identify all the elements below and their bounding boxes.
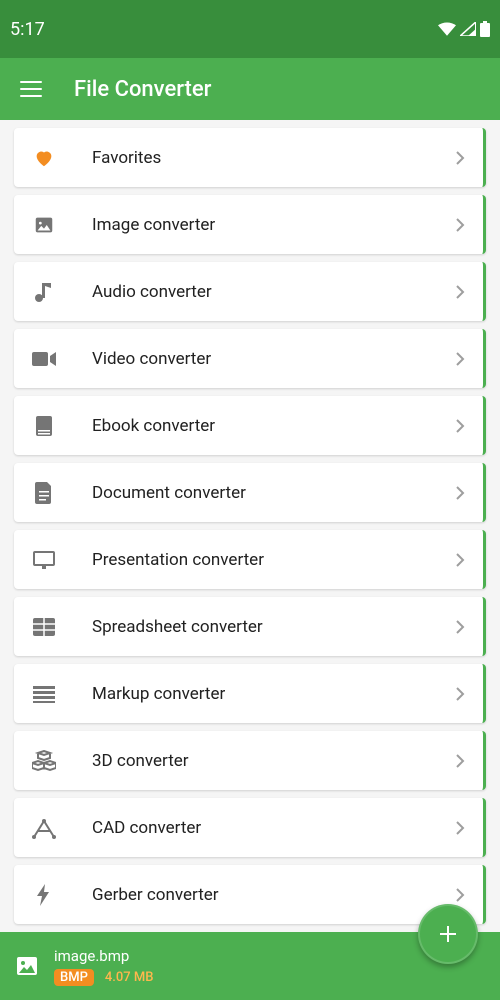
list-item-label: Video converter bbox=[92, 349, 211, 369]
chevron-right-icon bbox=[455, 553, 465, 567]
video-icon bbox=[32, 347, 56, 371]
list-item-label: Spreadsheet converter bbox=[92, 617, 263, 637]
list-item-label: 3D converter bbox=[92, 751, 189, 771]
chevron-right-icon bbox=[455, 419, 465, 433]
chevron-right-icon bbox=[455, 218, 465, 232]
list-item-label: Gerber converter bbox=[92, 885, 219, 905]
audio-icon bbox=[32, 280, 56, 304]
file-image-icon bbox=[14, 953, 40, 979]
chevron-right-icon bbox=[455, 821, 465, 835]
list-item-document[interactable]: Document converter bbox=[14, 463, 486, 522]
3d-icon bbox=[32, 749, 56, 773]
list-item-label: Document converter bbox=[92, 483, 246, 503]
list-item-label: Image converter bbox=[92, 215, 215, 235]
document-icon bbox=[32, 481, 56, 505]
wifi-icon bbox=[438, 22, 456, 36]
list-item-markup[interactable]: Markup converter bbox=[14, 664, 486, 723]
list-item-video[interactable]: Video converter bbox=[14, 329, 486, 388]
file-badges: BMP 4.07 MB bbox=[54, 969, 159, 986]
list-item-gerber[interactable]: Gerber converter bbox=[14, 865, 486, 924]
signal-icon bbox=[460, 22, 476, 36]
file-name: image.bmp bbox=[54, 947, 159, 965]
list-item-image[interactable]: Image converter bbox=[14, 195, 486, 254]
chevron-right-icon bbox=[455, 486, 465, 500]
markup-icon bbox=[32, 682, 56, 706]
plus-icon bbox=[436, 922, 460, 946]
cad-icon bbox=[32, 816, 56, 840]
book-icon bbox=[32, 414, 56, 438]
bolt-icon bbox=[32, 883, 56, 907]
chevron-right-icon bbox=[455, 285, 465, 299]
list-item-cad[interactable]: CAD converter bbox=[14, 798, 486, 857]
battery-icon bbox=[480, 21, 490, 37]
chevron-right-icon bbox=[455, 888, 465, 902]
list-item-favorites[interactable]: Favorites bbox=[14, 128, 486, 187]
format-badge: BMP bbox=[54, 969, 94, 986]
status-icons bbox=[438, 21, 490, 37]
list-item-label: Audio converter bbox=[92, 282, 212, 302]
heart-icon bbox=[32, 146, 56, 170]
app-bar: File Converter bbox=[0, 58, 500, 120]
chevron-right-icon bbox=[455, 151, 465, 165]
status-time: 5:17 bbox=[10, 19, 45, 40]
file-info: image.bmp BMP 4.07 MB bbox=[54, 947, 159, 986]
menu-icon[interactable] bbox=[20, 81, 42, 97]
list-item-label: Markup converter bbox=[92, 684, 225, 704]
list-item-audio[interactable]: Audio converter bbox=[14, 262, 486, 321]
status-bar: 5:17 bbox=[0, 0, 500, 58]
list-item-ebook[interactable]: Ebook converter bbox=[14, 396, 486, 455]
size-badge: 4.07 MB bbox=[99, 969, 160, 986]
chevron-right-icon bbox=[455, 352, 465, 366]
image-icon bbox=[32, 213, 56, 237]
list-item-label: Ebook converter bbox=[92, 416, 215, 436]
list-item-label: Favorites bbox=[92, 148, 161, 168]
app-title: File Converter bbox=[74, 77, 211, 102]
presentation-icon bbox=[32, 548, 56, 572]
list-item-label: Presentation converter bbox=[92, 550, 264, 570]
add-fab[interactable] bbox=[418, 904, 478, 964]
chevron-right-icon bbox=[455, 754, 465, 768]
list-item-presentation[interactable]: Presentation converter bbox=[14, 530, 486, 589]
chevron-right-icon bbox=[455, 687, 465, 701]
spreadsheet-icon bbox=[32, 615, 56, 639]
chevron-right-icon bbox=[455, 620, 465, 634]
list-item-3d[interactable]: 3D converter bbox=[14, 731, 486, 790]
list-item-label: CAD converter bbox=[92, 818, 201, 838]
converter-list: Favorites Image converter Audio converte… bbox=[0, 120, 500, 940]
list-item-spreadsheet[interactable]: Spreadsheet converter bbox=[14, 597, 486, 656]
